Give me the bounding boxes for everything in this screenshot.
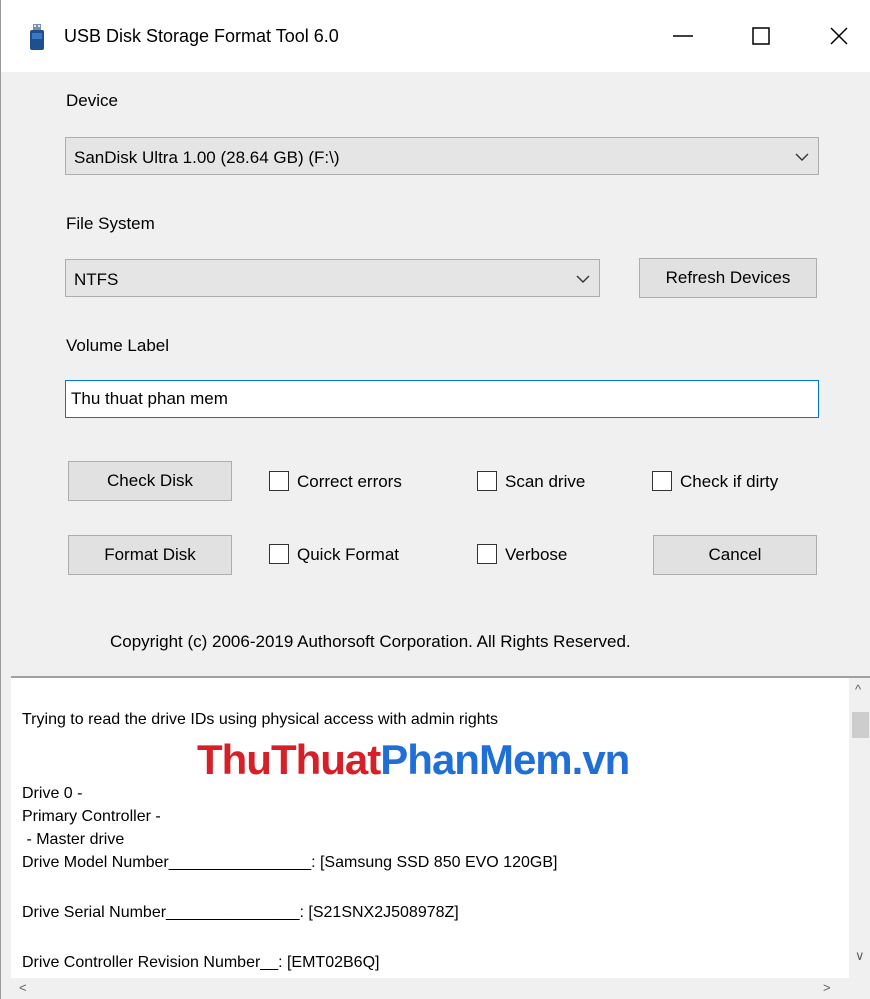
file-system-label: File System bbox=[66, 214, 155, 233]
scan-drive-label: Scan drive bbox=[505, 472, 586, 491]
maximize-icon bbox=[752, 27, 770, 45]
close-button[interactable] bbox=[819, 18, 859, 54]
copyright-text: Copyright (c) 2006-2019 Authorsoft Corpo… bbox=[110, 632, 631, 651]
usb-drive-icon bbox=[30, 24, 44, 50]
scroll-up-icon[interactable]: ^ bbox=[855, 682, 861, 697]
minimize-icon bbox=[673, 35, 693, 37]
cancel-button[interactable]: Cancel bbox=[653, 535, 817, 575]
watermark: ThuThuatPhanMem.vn bbox=[197, 736, 630, 784]
scroll-left-icon[interactable]: < bbox=[19, 980, 27, 995]
quick-format-label: Quick Format bbox=[297, 545, 400, 564]
chevron-down-icon bbox=[795, 153, 809, 161]
volume-label-label: Volume Label bbox=[66, 336, 170, 355]
vertical-scrollbar[interactable]: ^ ∨ bbox=[849, 678, 870, 980]
horizontal-scrollbar[interactable]: < > bbox=[11, 978, 870, 999]
window-title: USB Disk Storage Format Tool 6.0 bbox=[64, 26, 339, 46]
scan-drive-checkbox[interactable] bbox=[477, 471, 497, 491]
log-line: Drive Controller Revision Number__: [EMT… bbox=[22, 954, 380, 971]
correct-errors-checkbox[interactable] bbox=[269, 471, 289, 491]
scroll-down-icon[interactable]: ∨ bbox=[855, 948, 865, 964]
check-disk-button[interactable]: Check Disk bbox=[68, 461, 232, 501]
minimize-button[interactable] bbox=[663, 18, 703, 54]
device-label: Device bbox=[66, 91, 118, 110]
maximize-button[interactable] bbox=[741, 18, 781, 54]
device-dropdown[interactable]: SanDisk Ultra 1.00 (28.64 GB) (F:\) bbox=[65, 137, 819, 175]
scrollbar-thumb[interactable] bbox=[852, 712, 869, 738]
check-if-dirty-label: Check if dirty bbox=[680, 472, 779, 491]
log-line: Primary Controller - bbox=[22, 808, 161, 825]
log-line: Trying to read the drive IDs using physi… bbox=[22, 711, 499, 728]
log-line: Drive 0 - bbox=[22, 785, 83, 802]
device-selected: SanDisk Ultra 1.00 (28.64 GB) (F:\) bbox=[74, 148, 340, 167]
volume-label-input[interactable]: Thu thuat phan mem bbox=[65, 380, 819, 418]
file-system-selected: NTFS bbox=[74, 270, 119, 289]
scroll-right-icon[interactable]: > bbox=[823, 980, 831, 995]
log-output[interactable]: Trying to read the drive IDs using physi… bbox=[11, 676, 870, 999]
chevron-down-icon bbox=[576, 275, 590, 283]
close-icon bbox=[830, 27, 848, 45]
app-window: USB Disk Storage Format Tool 6.0 Device … bbox=[0, 0, 870, 999]
log-line: Drive Model Number________________: [Sam… bbox=[22, 854, 558, 871]
log-line: Drive Serial Number_______________: [S21… bbox=[22, 904, 459, 921]
file-system-dropdown[interactable]: NTFS bbox=[65, 259, 600, 297]
verbose-label: Verbose bbox=[505, 545, 568, 564]
format-disk-button[interactable]: Format Disk bbox=[68, 535, 232, 575]
volume-label-value: Thu thuat phan mem bbox=[71, 389, 228, 408]
correct-errors-label: Correct errors bbox=[297, 472, 402, 491]
watermark-part2: PhanMem.vn bbox=[380, 736, 630, 783]
check-if-dirty-checkbox[interactable] bbox=[652, 471, 672, 491]
verbose-checkbox[interactable] bbox=[477, 544, 497, 564]
watermark-part1: ThuThuat bbox=[197, 736, 381, 783]
refresh-devices-button[interactable]: Refresh Devices bbox=[639, 258, 817, 298]
log-line: - Master drive bbox=[22, 831, 125, 848]
quick-format-checkbox[interactable] bbox=[269, 544, 289, 564]
title-bar: USB Disk Storage Format Tool 6.0 bbox=[1, 0, 870, 72]
